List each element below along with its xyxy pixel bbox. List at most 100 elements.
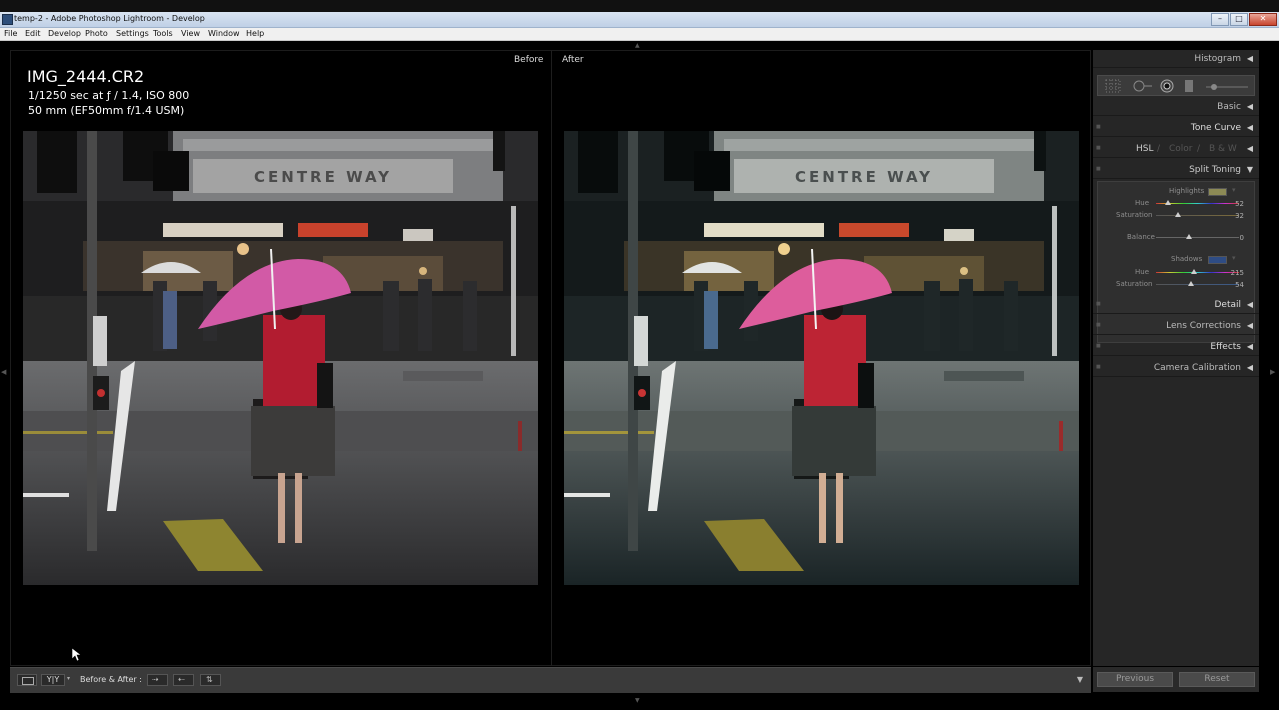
hsl-panel-header[interactable]: ■ HSL / Color / B & W ◀ <box>1093 140 1259 158</box>
tone-curve-collapse-icon[interactable]: ◀ <box>1247 123 1253 132</box>
camera-calibration-collapse-icon[interactable]: ◀ <box>1247 363 1253 372</box>
menu-develop[interactable]: Develop <box>48 29 81 38</box>
before-label: Before <box>514 55 544 65</box>
histogram-panel-header[interactable]: Histogram ◀ <box>1093 50 1259 68</box>
tone-curve-panel-header[interactable]: ■ Tone Curve ◀ <box>1093 119 1259 137</box>
histogram-collapse-icon[interactable]: ◀ <box>1247 54 1253 63</box>
copy-after-to-before-button[interactable]: ⇠ <box>173 674 194 686</box>
balance-slider[interactable] <box>1156 237 1239 238</box>
menu-photo[interactable]: Photo <box>85 29 108 38</box>
before-after-label: Before & After : <box>80 675 142 684</box>
shadows-hue-value[interactable]: 215 <box>1231 269 1244 277</box>
detail-collapse-icon[interactable]: ◀ <box>1247 300 1253 309</box>
menu-tools[interactable]: Tools <box>153 29 173 38</box>
effects-label: Effects <box>1210 342 1241 352</box>
shadows-color-swatch[interactable] <box>1208 256 1227 264</box>
shadows-saturation-value[interactable]: 54 <box>1235 281 1244 289</box>
shadows-saturation-slider[interactable] <box>1156 284 1239 285</box>
basic-panel-header[interactable]: Basic ◀ <box>1093 98 1259 116</box>
screen-top-strip <box>0 0 1279 12</box>
right-panel-footer: Previous Reset <box>1093 667 1259 692</box>
menu-view[interactable]: View <box>181 29 200 38</box>
right-develop-panel: Histogram ◀ Basic ◀ ■ Tone Curve ◀ ■ HSL… <box>1093 50 1259 666</box>
before-after-divider <box>551 50 552 666</box>
window-title: temp-2 - Adobe Photoshop Lightroom - Dev… <box>14 14 205 23</box>
hsl-separator-1: / <box>1157 144 1161 154</box>
color-tab[interactable]: Color <box>1169 144 1193 154</box>
basic-collapse-icon[interactable]: ◀ <box>1247 102 1253 111</box>
shadows-hue-label: Hue <box>1135 268 1150 276</box>
graduated-filter-icon[interactable] <box>1183 79 1195 93</box>
right-panel-toggle-icon[interactable]: ▶ <box>1270 368 1275 376</box>
photo-lens-info: 50 mm (EF50mm f/1.4 USM) <box>28 104 185 117</box>
shadows-saturation-label: Saturation <box>1116 280 1153 288</box>
tone-curve-grip-icon: ■ <box>1096 124 1101 130</box>
crop-overlay-icon[interactable] <box>1105 79 1121 93</box>
left-panel-toggle-icon[interactable]: ◀ <box>1 368 6 376</box>
bw-tab[interactable]: B & W <box>1209 144 1237 154</box>
loupe-view-button[interactable] <box>17 674 37 686</box>
hsl-collapse-icon[interactable]: ◀ <box>1247 144 1253 153</box>
toolbar-options-icon[interactable]: ▼ <box>1077 675 1083 684</box>
menu-help[interactable]: Help <box>246 29 264 38</box>
shadows-saturation-thumb[interactable] <box>1188 281 1194 286</box>
before-photo[interactable]: CENTRE WAY <box>23 131 538 585</box>
basic-label: Basic <box>1217 102 1241 112</box>
red-eye-correction-icon[interactable] <box>1160 79 1174 93</box>
effects-collapse-icon[interactable]: ◀ <box>1247 342 1253 351</box>
shadows-hue-slider[interactable] <box>1156 272 1239 273</box>
hsl-separator-2: / <box>1197 144 1201 154</box>
reset-button[interactable]: Reset <box>1179 672 1255 687</box>
highlights-saturation-thumb[interactable] <box>1175 212 1181 217</box>
previous-button[interactable]: Previous <box>1097 672 1173 687</box>
menu-window[interactable]: Window <box>208 29 240 38</box>
effects-panel-header[interactable]: ■ Effects ◀ <box>1093 338 1259 356</box>
bottom-panel-toggle-icon[interactable]: ▼ <box>635 697 640 704</box>
develop-tool-strip <box>1097 75 1255 96</box>
lens-corrections-panel-header[interactable]: ■ Lens Corrections ◀ <box>1093 317 1259 335</box>
shadows-hue-thumb[interactable] <box>1191 269 1197 274</box>
after-label: After <box>562 55 584 65</box>
highlights-saturation-label: Saturation <box>1116 211 1153 219</box>
highlights-color-swatch[interactable] <box>1208 188 1227 196</box>
highlights-saturation-slider[interactable] <box>1156 215 1239 216</box>
copy-before-to-after-button[interactable]: ⇢ <box>147 674 168 686</box>
detail-panel-header[interactable]: ■ Detail ◀ <box>1093 296 1259 314</box>
title-bar: temp-2 - Adobe Photoshop Lightroom - Dev… <box>0 12 1279 28</box>
minimize-button[interactable]: – <box>1211 13 1229 26</box>
view-mode-dropdown-icon[interactable]: ▾ <box>67 675 70 682</box>
viewer-toolbar: Y|Y ▾ Before & After : ⇢ ⇠ ⇅ ▼ <box>10 667 1091 693</box>
shadows-dropdown-icon[interactable]: ▾ <box>1232 254 1236 262</box>
highlights-dropdown-icon[interactable]: ▾ <box>1232 186 1236 194</box>
adjustment-brush-icon[interactable] <box>1204 79 1250 93</box>
menu-settings[interactable]: Settings <box>116 29 149 38</box>
balance-value[interactable]: 0 <box>1240 234 1244 242</box>
effects-grip-icon: ■ <box>1096 343 1101 349</box>
balance-label: Balance <box>1127 233 1155 241</box>
split-toning-label: Split Toning <box>1189 165 1241 175</box>
split-toning-expand-icon[interactable]: ▼ <box>1247 165 1253 174</box>
highlights-hue-thumb[interactable] <box>1165 200 1171 205</box>
split-toning-panel-header[interactable]: ■ Split Toning ▼ <box>1093 161 1259 179</box>
menu-edit[interactable]: Edit <box>25 29 41 38</box>
before-after-view-button[interactable]: Y|Y <box>41 674 65 686</box>
highlights-saturation-value[interactable]: 32 <box>1235 212 1244 220</box>
menu-file[interactable]: File <box>4 29 17 38</box>
maximize-button[interactable]: □ <box>1230 13 1248 26</box>
shadows-section-label: Shadows <box>1171 255 1203 263</box>
after-photo[interactable]: CENTRE WAY <box>564 131 1079 585</box>
swap-before-after-button[interactable]: ⇅ <box>200 674 221 686</box>
hsl-tab[interactable]: HSL <box>1136 144 1154 154</box>
highlights-section-label: Highlights <box>1169 187 1205 195</box>
top-panel-toggle-icon[interactable]: ▲ <box>635 42 640 49</box>
lens-corrections-label: Lens Corrections <box>1166 321 1241 331</box>
close-button[interactable]: ✕ <box>1249 13 1277 26</box>
camera-calibration-panel-header[interactable]: ■ Camera Calibration ◀ <box>1093 359 1259 377</box>
detail-grip-icon: ■ <box>1096 301 1101 307</box>
highlights-hue-value[interactable]: 52 <box>1235 200 1244 208</box>
camera-calibration-grip-icon: ■ <box>1096 364 1101 370</box>
centre-way-sign-after: CENTRE WAY <box>795 168 933 186</box>
balance-thumb[interactable] <box>1186 234 1192 239</box>
lens-corrections-collapse-icon[interactable]: ◀ <box>1247 321 1253 330</box>
spot-removal-icon[interactable] <box>1131 79 1153 93</box>
